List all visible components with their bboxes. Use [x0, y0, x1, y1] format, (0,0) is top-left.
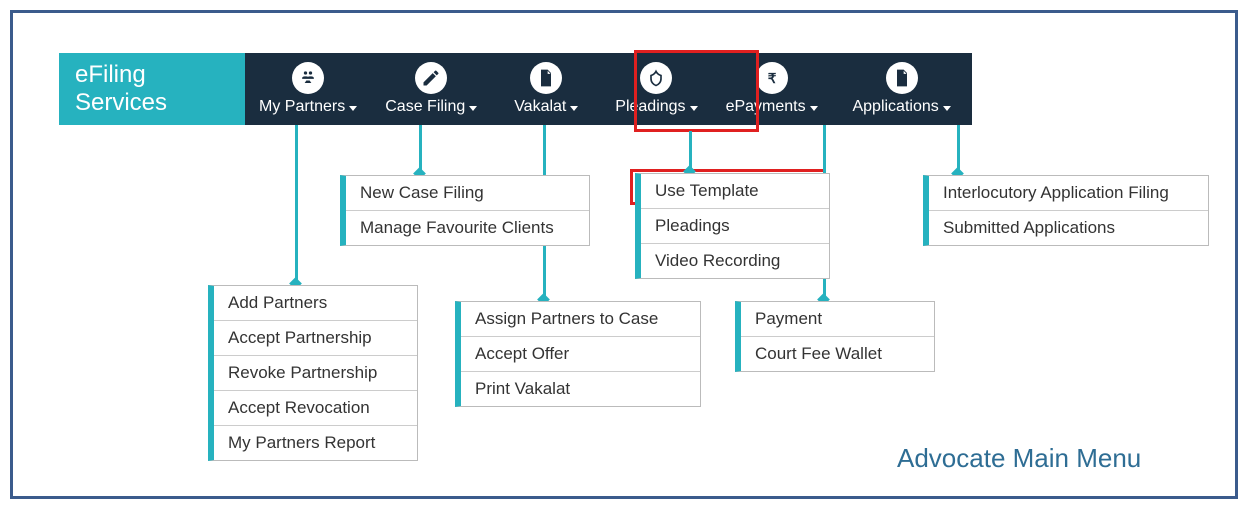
pencil-icon: [415, 62, 447, 94]
menu-item[interactable]: Payment: [741, 302, 934, 337]
nav-case-filing[interactable]: Case Filing: [371, 53, 491, 125]
menu-item[interactable]: New Case Filing: [346, 176, 589, 211]
chevron-down-icon: [349, 106, 357, 111]
nav-label: Case Filing: [385, 98, 465, 116]
menu-item[interactable]: Interlocutory Application Filing: [929, 176, 1208, 211]
menu-item[interactable]: Assign Partners to Case: [461, 302, 700, 337]
menu-vakalat: Assign Partners to Case Accept Offer Pri…: [455, 301, 701, 407]
chevron-down-icon: [469, 106, 477, 111]
menu-item[interactable]: Submitted Applications: [929, 211, 1208, 245]
menu-pleadings: Use Template Pleadings Video Recording: [635, 173, 830, 279]
connector: [957, 125, 960, 173]
screenshot-frame: eFiling Services My Partners Case Filing: [10, 10, 1238, 499]
chevron-down-icon: [810, 106, 818, 111]
chevron-down-icon: [690, 106, 698, 111]
menu-item[interactable]: Print Vakalat: [461, 372, 700, 406]
document-icon: [530, 62, 562, 94]
menu-item[interactable]: Pleadings: [641, 209, 829, 244]
chevron-down-icon: [570, 106, 578, 111]
caption: Advocate Main Menu: [897, 443, 1141, 474]
nav-label: ePayments: [726, 98, 806, 116]
menu-item-use-template[interactable]: Use Template: [641, 174, 829, 209]
nav-label: Vakalat: [514, 98, 566, 116]
menu-case-filing: New Case Filing Manage Favourite Clients: [340, 175, 590, 246]
nav-vakalat[interactable]: Vakalat: [491, 53, 601, 125]
nav-label: My Partners: [259, 98, 345, 116]
nav-applications[interactable]: Applications: [832, 53, 972, 125]
connector: [689, 131, 692, 171]
menu-item[interactable]: My Partners Report: [214, 426, 417, 460]
menu-item[interactable]: Add Partners: [214, 286, 417, 321]
menu-item[interactable]: Court Fee Wallet: [741, 337, 934, 371]
menu-my-partners: Add Partners Accept Partnership Revoke P…: [208, 285, 418, 461]
menu-item[interactable]: Manage Favourite Clients: [346, 211, 589, 245]
connector: [295, 125, 298, 283]
nav-epayments[interactable]: ₹ ePayments: [712, 53, 832, 125]
svg-text:₹: ₹: [767, 71, 776, 86]
menu-item[interactable]: Accept Revocation: [214, 391, 417, 426]
menu-item[interactable]: Accept Partnership: [214, 321, 417, 356]
rupee-icon: ₹: [756, 62, 788, 94]
brand-title: eFiling Services: [59, 53, 245, 125]
connector: [419, 125, 422, 173]
nav-my-partners[interactable]: My Partners: [245, 53, 371, 125]
nav-label: Applications: [852, 98, 938, 116]
nav-label: Pleadings: [615, 98, 685, 116]
menu-epayments: Payment Court Fee Wallet: [735, 301, 935, 372]
menu-item[interactable]: Video Recording: [641, 244, 829, 278]
partners-icon: [292, 62, 324, 94]
hands-icon: [640, 62, 672, 94]
file-icon: [886, 62, 918, 94]
menu-item[interactable]: Revoke Partnership: [214, 356, 417, 391]
main-navbar: eFiling Services My Partners Case Filing: [59, 53, 972, 125]
nav-pleadings[interactable]: Pleadings: [601, 53, 711, 125]
menu-applications: Interlocutory Application Filing Submitt…: [923, 175, 1209, 246]
chevron-down-icon: [943, 106, 951, 111]
menu-item[interactable]: Accept Offer: [461, 337, 700, 372]
